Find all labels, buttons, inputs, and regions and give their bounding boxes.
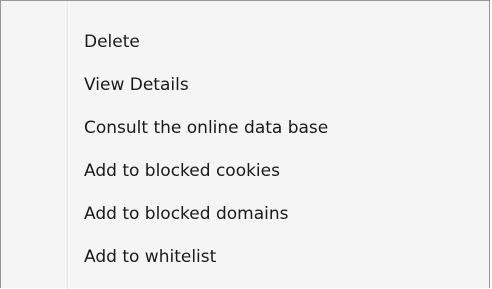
menu-item-consult-online-database[interactable]: Consult the online data base <box>1 107 489 150</box>
menu-item-add-to-blocked-domains[interactable]: Add to blocked domains <box>1 193 489 236</box>
menu-item-view-details[interactable]: View Details <box>1 64 489 107</box>
menu-list: Delete View Details Consult the online d… <box>1 21 489 279</box>
menu-item-add-to-blocked-cookies[interactable]: Add to blocked cookies <box>1 150 489 193</box>
menu-item-delete[interactable]: Delete <box>1 21 489 64</box>
context-menu: Delete View Details Consult the online d… <box>0 0 490 289</box>
menu-item-add-to-whitelist[interactable]: Add to whitelist <box>1 236 489 279</box>
